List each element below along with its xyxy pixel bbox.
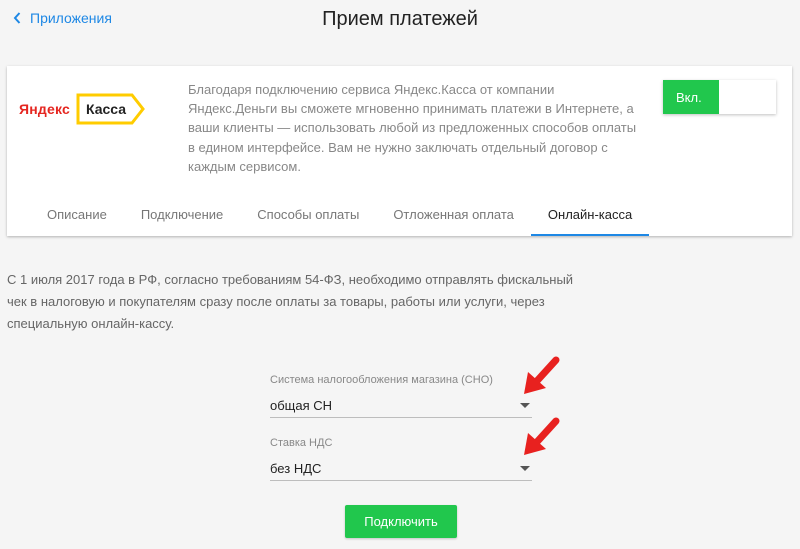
yandex-kassa-logo: Яндекс Касса — [19, 93, 146, 125]
red-arrow-annotation — [524, 356, 560, 394]
tab-description[interactable]: Описание — [30, 192, 124, 236]
tab-payment-methods[interactable]: Способы оплаты — [240, 192, 376, 236]
connect-button[interactable]: Подключить — [345, 505, 457, 538]
payments-page: Приложения Прием платежей Яндекс Касса Б… — [0, 0, 800, 549]
enable-toggle[interactable]: Вкл. — [663, 80, 776, 114]
tab-deferred-payment[interactable]: Отложенная оплата — [376, 192, 531, 236]
vat-rate-label: Ставка НДС — [270, 437, 333, 449]
toggle-on-label: Вкл. — [663, 80, 719, 114]
tab-connection[interactable]: Подключение — [124, 192, 240, 236]
page-title: Прием платежей — [322, 8, 478, 30]
logo-product-badge: Касса — [76, 93, 146, 125]
vat-rate-value: без НДС — [270, 461, 322, 476]
info-text: С 1 июля 2017 года в РФ, согласно требов… — [7, 272, 574, 331]
red-arrow-annotation — [524, 417, 560, 455]
logo-product: Касса — [86, 101, 127, 117]
tax-system-value: общая СН — [270, 398, 333, 413]
caret-down-icon — [520, 466, 530, 471]
vat-rate-select[interactable]: без НДС — [270, 457, 532, 481]
card-tabs: Описание Подключение Способы оплаты Отло… — [30, 192, 650, 236]
tax-system-select[interactable]: общая СН — [270, 394, 532, 418]
tax-system-label: Система налогообложения магазина (СНО) — [270, 374, 493, 386]
toggle-off-area — [719, 80, 776, 114]
logo-brand: Яндекс — [19, 101, 70, 117]
tab-online-cashbox[interactable]: Онлайн-касса — [530, 192, 650, 236]
service-description: Благодаря подключению сервиса Яндекс.Кас… — [188, 82, 637, 174]
vat-rate-field: Ставка НДС без НДС — [270, 437, 532, 481]
yandex-kassa-card: Яндекс Касса Благодаря подключению серви… — [7, 66, 792, 236]
tax-system-field: Система налогообложения магазина (СНО) о… — [270, 374, 532, 418]
caret-down-icon — [520, 403, 530, 408]
